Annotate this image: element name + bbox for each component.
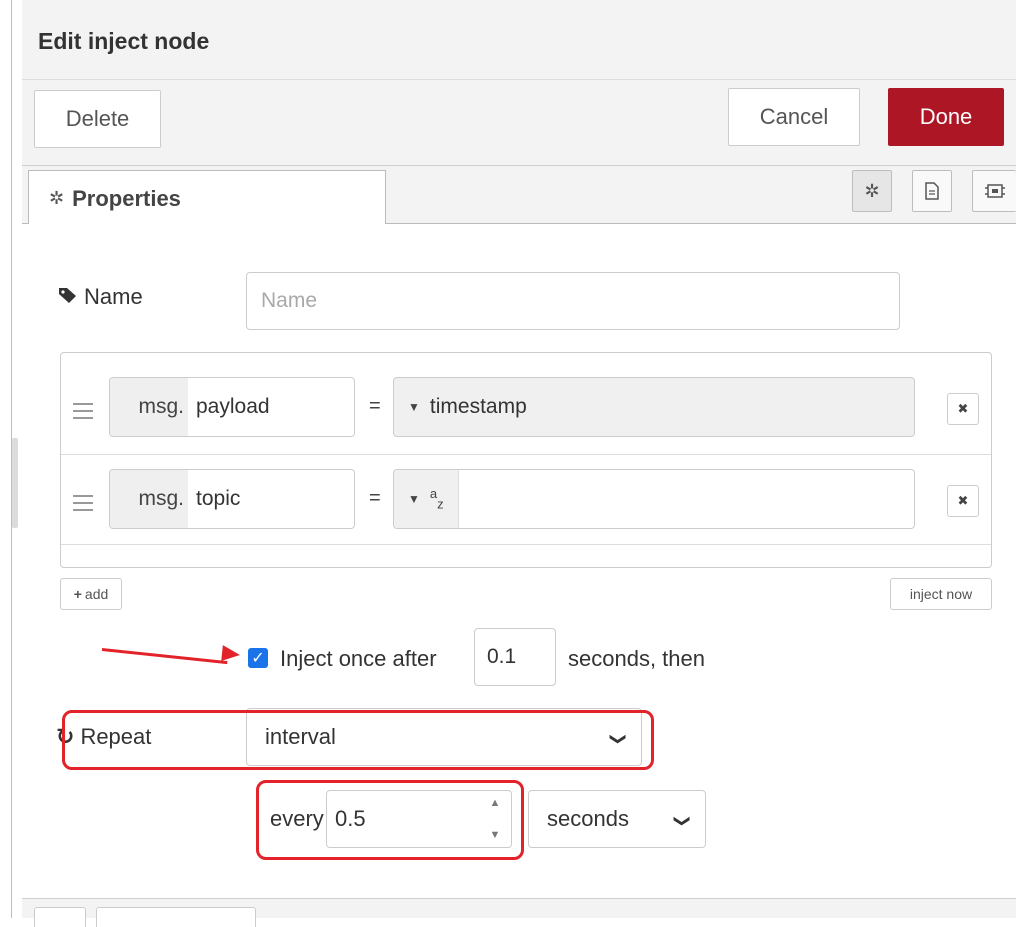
description-icon	[925, 182, 939, 200]
node-properties-tab-button[interactable]: ✲	[852, 170, 892, 212]
property-row-topic: msg. topic = ▼ az ✖	[61, 469, 991, 545]
property-list: msg. payload = ▼ timestamp ✖ msg. topic …	[60, 352, 992, 568]
interval-unit-value: seconds	[547, 806, 629, 831]
close-icon: ✖	[957, 493, 969, 508]
value-type-label: timestamp	[429, 395, 527, 418]
delete-button[interactable]: Delete	[34, 90, 161, 148]
done-button[interactable]: Done	[888, 88, 1004, 146]
add-label: add	[84, 586, 109, 602]
drag-handle-icon[interactable]	[73, 403, 93, 419]
name-label: Name	[58, 284, 143, 310]
equals-sign: =	[369, 487, 381, 509]
annotation-arrow	[101, 648, 228, 665]
annotation-arrow-head	[221, 645, 241, 663]
remove-property-button[interactable]: ✖	[947, 393, 979, 425]
gear-icon: ✲	[49, 188, 65, 208]
chevron-down-icon: ❯	[673, 814, 691, 828]
msg-prefix: msg.	[110, 470, 188, 528]
arrow-up-icon[interactable]: ▲	[490, 797, 501, 809]
arrow-down-icon[interactable]: ▼	[490, 829, 501, 841]
msg-prefix: msg.	[110, 378, 188, 436]
spinner-arrows[interactable]: ▲ ▼	[485, 797, 505, 841]
properties-panel: Name msg. payload = ▼ timestamp ✖ msg. t…	[22, 224, 1016, 898]
repeat-select[interactable]: interval ❯	[246, 708, 642, 766]
value-type-input[interactable]: ▼ az	[393, 469, 915, 529]
value-type-input[interactable]: ▼ timestamp	[393, 377, 915, 437]
dialog-footer	[22, 898, 1016, 927]
tag-icon	[58, 286, 78, 309]
property-name-input[interactable]: msg. topic	[109, 469, 355, 529]
property-name-value: payload	[196, 395, 270, 418]
every-label: every	[270, 806, 324, 831]
checkmark-icon: ✓	[251, 650, 265, 667]
repeat-label-text: Repeat	[80, 724, 152, 749]
inject-once-checkbox[interactable]: ✓	[248, 648, 268, 668]
add-property-button[interactable]: + add	[60, 578, 122, 610]
refresh-icon: ↻	[56, 724, 75, 749]
tab-properties[interactable]: ✲ Properties	[28, 170, 386, 226]
appearance-icon	[984, 184, 1005, 198]
footer-button[interactable]	[96, 907, 256, 927]
inject-once-label: Inject once after	[280, 646, 437, 671]
inject-once-delay-input[interactable]	[474, 628, 556, 686]
repeat-selected-value: interval	[265, 724, 336, 749]
inject-once-suffix: seconds, then	[568, 646, 705, 671]
equals-sign: =	[369, 395, 381, 417]
footer-button[interactable]	[34, 907, 86, 927]
remove-property-button[interactable]: ✖	[947, 485, 979, 517]
property-name-value: topic	[196, 487, 241, 510]
caret-down-icon: ▼	[408, 492, 420, 506]
name-label-text: Name	[84, 284, 143, 309]
dialog-header: Edit inject node	[22, 0, 1016, 80]
repeat-label: ↻ Repeat	[56, 724, 151, 750]
name-input[interactable]	[246, 272, 900, 330]
dialog-title: Edit inject node	[38, 28, 210, 54]
node-description-tab-button[interactable]	[912, 170, 952, 212]
close-icon: ✖	[957, 401, 969, 416]
drag-handle-icon[interactable]	[73, 495, 93, 511]
gear-icon: ✲	[864, 180, 880, 201]
interval-value: 0.5	[335, 806, 366, 831]
string-type-icon: az	[429, 486, 444, 512]
caret-down-icon: ▼	[408, 400, 420, 414]
interval-unit-select[interactable]: seconds ❯	[528, 790, 706, 848]
tab-properties-label: Properties	[72, 185, 181, 211]
resize-handle[interactable]	[12, 438, 18, 528]
left-gutter	[0, 0, 12, 918]
value-type-selector[interactable]: ▼ az	[394, 470, 459, 528]
property-row-payload: msg. payload = ▼ timestamp ✖	[61, 377, 991, 455]
plus-icon: +	[73, 586, 82, 602]
cancel-button[interactable]: Cancel	[728, 88, 860, 146]
chevron-down-icon: ❯	[609, 732, 627, 746]
dialog-button-row: Delete Cancel Done	[22, 80, 1016, 166]
tab-strip: ✲ Properties ✲	[22, 166, 1016, 226]
inject-now-button[interactable]: inject now	[890, 578, 992, 610]
node-appearance-tab-button[interactable]	[972, 170, 1016, 212]
property-name-input[interactable]: msg. payload	[109, 377, 355, 437]
interval-value-spinner[interactable]: 0.5 ▲ ▼	[326, 790, 512, 848]
